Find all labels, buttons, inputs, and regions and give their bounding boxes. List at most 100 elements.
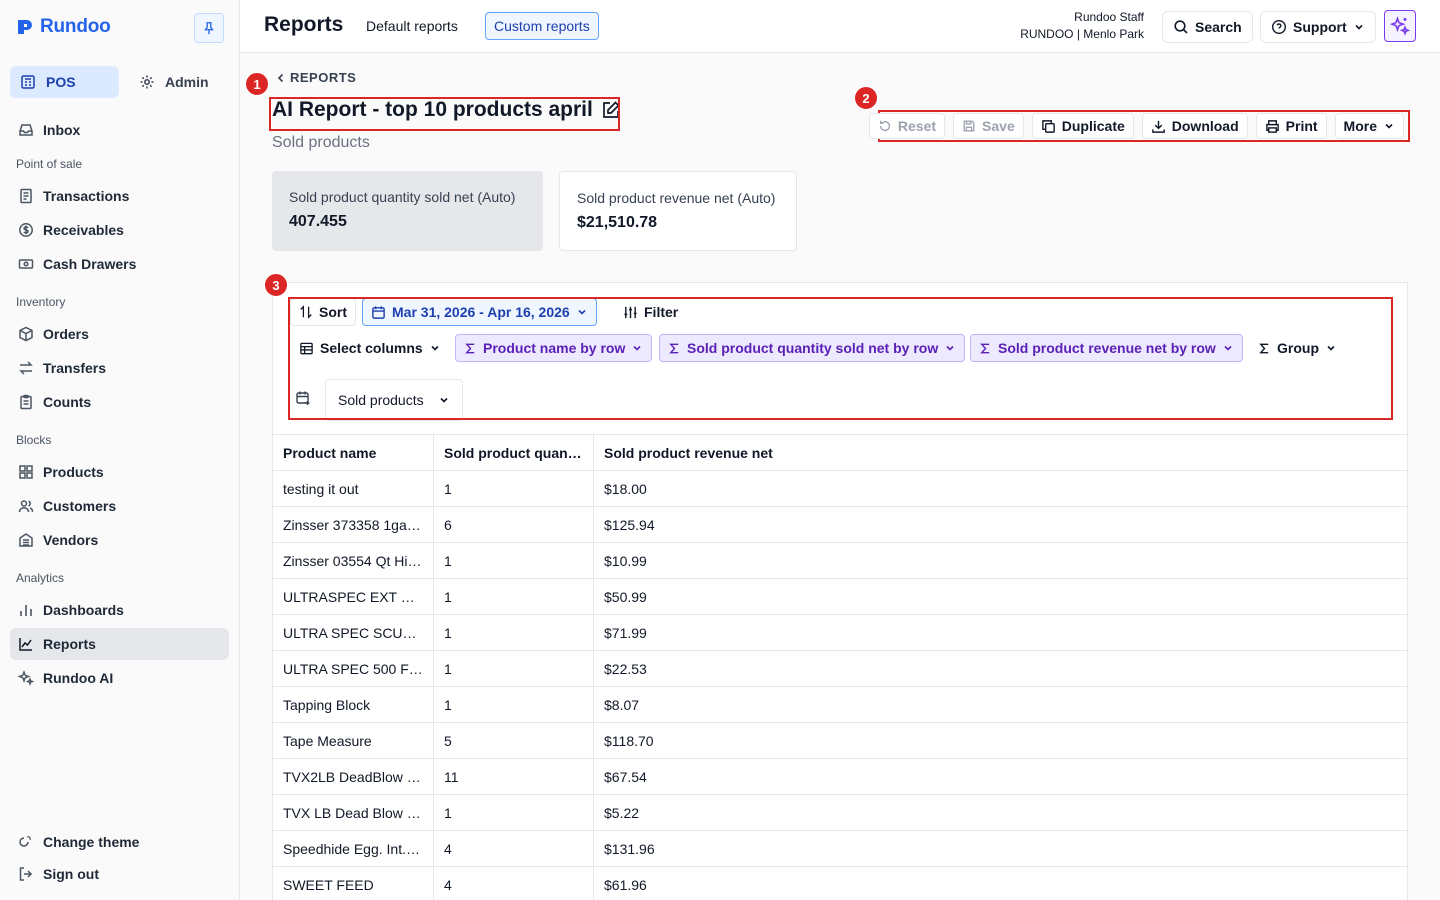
save-icon bbox=[963, 120, 975, 132]
register-icon bbox=[21, 75, 35, 89]
copy-icon bbox=[1041, 119, 1055, 133]
table-header-row: Product name Sold product quantity sold … bbox=[272, 434, 1408, 471]
sidebar-item-transfers[interactable]: Transfers bbox=[10, 352, 229, 384]
pin-sidebar-button[interactable] bbox=[194, 13, 224, 43]
sparkles-icon bbox=[18, 670, 34, 686]
support-menu-button[interactable]: Support bbox=[1260, 11, 1376, 43]
pin-icon bbox=[204, 22, 214, 35]
search-button[interactable]: Search bbox=[1162, 11, 1253, 43]
print-label: Print bbox=[1285, 118, 1318, 134]
table-cell: ULTRA SPEC SCUFF-X PAINT bbox=[272, 614, 434, 651]
table-cell: $18.00 bbox=[593, 470, 1408, 507]
sidebar-item-dashboards[interactable]: Dashboards bbox=[10, 594, 229, 626]
theme-icon bbox=[19, 836, 31, 847]
sidebar-item-orders[interactable]: Orders bbox=[10, 318, 229, 350]
table-row[interactable]: testing it out 1 $18.00 bbox=[272, 470, 1408, 507]
kpi-card-quantity[interactable]: Sold product quantity sold net (Auto) 40… bbox=[272, 171, 543, 251]
mode-tab-pos[interactable]: POS bbox=[10, 66, 119, 98]
mode-tab-admin[interactable]: Admin bbox=[129, 66, 238, 98]
more-menu-button[interactable]: More bbox=[1334, 113, 1404, 139]
user-info[interactable]: Rundoo Staff RUNDOO | Menlo Park bbox=[1020, 9, 1144, 43]
report-table-container: Product name Sold product quantity sold … bbox=[272, 434, 1408, 900]
table-row[interactable]: ULTRASPEC EXT SOLID STAIN1$50.99 bbox=[272, 578, 1408, 615]
package-icon bbox=[19, 326, 33, 342]
table-row[interactable]: SWEET FEED 4 $61.96 bbox=[272, 866, 1408, 900]
reset-button[interactable]: Reset bbox=[868, 113, 946, 139]
table-row[interactable]: Zinsser 373358 1gal Primer6$125.94 bbox=[272, 506, 1408, 543]
sidebar-item-label: Receivables bbox=[43, 222, 124, 238]
sidebar-item-label: Transfers bbox=[43, 360, 107, 376]
kpi-label: Sold product revenue net (Auto) bbox=[577, 190, 776, 206]
table-row[interactable]: Tape Measure 5 $118.70 bbox=[272, 722, 1408, 759]
sidebar-item-inbox[interactable]: Inbox bbox=[10, 114, 229, 146]
table-cell: ULTRA SPEC 500 FLAT INTERIOR bbox=[272, 650, 434, 687]
column-header[interactable]: Sold product quantity sold net bbox=[433, 434, 594, 471]
sidebar-item-label: Inbox bbox=[43, 122, 81, 138]
sidebar-item-reports[interactable]: Reports bbox=[10, 628, 229, 660]
table-row[interactable]: ULTRA SPEC 500 FLAT INTERIOR1$22.53 bbox=[272, 650, 1408, 687]
sidebar-item-label: Rundoo AI bbox=[43, 670, 114, 686]
gear-icon bbox=[140, 75, 154, 89]
table-cell: $22.53 bbox=[593, 650, 1408, 687]
duplicate-button[interactable]: Duplicate bbox=[1031, 113, 1134, 139]
sidebar-item-products[interactable]: Products bbox=[10, 456, 229, 488]
section-point-of-sale: Point of sale bbox=[16, 157, 83, 171]
table-cell: $67.54 bbox=[593, 758, 1408, 795]
clipboard-icon bbox=[20, 394, 32, 410]
table-cell: SWEET FEED bbox=[272, 866, 434, 900]
table-row[interactable]: TVX2LB DeadBlow Hammer11$67.54 bbox=[272, 758, 1408, 795]
line-chart-icon bbox=[19, 638, 32, 651]
table-cell: $131.96 bbox=[593, 830, 1408, 867]
sidebar: Rundoo POS Admin Inbox Point of sale Tra… bbox=[0, 0, 240, 900]
mode-tabs: POS Admin bbox=[10, 66, 238, 98]
report-table: Product name Sold product quantity sold … bbox=[272, 434, 1408, 900]
chevron-down-icon bbox=[1385, 123, 1393, 129]
annotation-badge-2: 2 bbox=[854, 86, 878, 110]
table-row[interactable]: TVX LB Dead Blow Hammer1$5.22 bbox=[272, 794, 1408, 831]
table-cell: testing it out bbox=[272, 470, 434, 507]
save-button[interactable]: Save bbox=[953, 113, 1024, 139]
sidebar-item-counts[interactable]: Counts bbox=[10, 386, 229, 418]
table-cell: 1 bbox=[433, 470, 594, 507]
sidebar-item-label: Cash Drawers bbox=[43, 256, 137, 272]
section-analytics: Analytics bbox=[16, 571, 65, 585]
rundoo-logo-icon bbox=[18, 20, 32, 34]
reset-label: Reset bbox=[897, 118, 937, 134]
sidebar-item-transactions[interactable]: Transactions bbox=[10, 180, 229, 212]
table-row[interactable]: Zinsser 03554 Qt Hide Primer1$10.99 bbox=[272, 542, 1408, 579]
help-circle-icon bbox=[1271, 19, 1287, 35]
sign-out-button[interactable]: Sign out bbox=[10, 858, 229, 890]
store-name: RUNDOO | Menlo Park bbox=[1020, 27, 1144, 41]
column-header[interactable]: Product name bbox=[272, 434, 434, 471]
change-theme-button[interactable]: Change theme bbox=[10, 826, 229, 858]
section-inventory: Inventory bbox=[16, 295, 66, 309]
table-cell: Speedhide Egg. Int. Latex bbox=[272, 830, 434, 867]
sidebar-item-vendors[interactable]: Vendors bbox=[10, 524, 229, 556]
sidebar-item-cash-drawers[interactable]: Cash Drawers bbox=[10, 248, 229, 280]
table-cell: Zinsser 03554 Qt Hide Primer bbox=[272, 542, 434, 579]
tab-default-reports[interactable]: Default reports bbox=[358, 12, 466, 40]
back-to-reports-link[interactable]: REPORTS bbox=[276, 70, 356, 85]
sidebar-item-rundoo-ai[interactable]: Rundoo AI bbox=[10, 662, 229, 694]
table-row[interactable]: Speedhide Egg. Int. Latex 4 $131.96 bbox=[272, 830, 1408, 867]
column-header[interactable]: Sold product revenue net bbox=[593, 434, 1408, 471]
kpi-card-revenue[interactable]: Sold product revenue net (Auto) $21,510.… bbox=[559, 171, 797, 251]
download-button[interactable]: Download bbox=[1141, 113, 1248, 139]
sidebar-nav: Inbox Point of sale Transactions Receiva… bbox=[10, 114, 229, 694]
table-row[interactable]: ULTRA SPEC SCUFF-X PAINT1$71.99 bbox=[272, 614, 1408, 651]
sidebar-item-customers[interactable]: Customers bbox=[10, 490, 229, 522]
table-cell: TVX LB Dead Blow Hammer bbox=[272, 794, 434, 831]
rundoo-ai-button[interactable] bbox=[1384, 10, 1416, 42]
print-button[interactable]: Print bbox=[1255, 113, 1327, 139]
sidebar-item-receivables[interactable]: Receivables bbox=[10, 214, 229, 246]
table-row[interactable]: Tapping Block 1 $8.07 bbox=[272, 686, 1408, 723]
tab-custom-reports[interactable]: Custom reports bbox=[485, 12, 599, 40]
brand-logo[interactable]: Rundoo bbox=[16, 16, 111, 38]
reset-icon bbox=[879, 120, 890, 132]
sidebar-item-label: Orders bbox=[43, 326, 89, 342]
section-blocks: Blocks bbox=[16, 433, 52, 447]
table-cell: $10.99 bbox=[593, 542, 1408, 579]
table-cell: $61.96 bbox=[593, 866, 1408, 900]
table-cell: $118.70 bbox=[593, 722, 1408, 759]
sign-out-icon bbox=[19, 867, 33, 881]
